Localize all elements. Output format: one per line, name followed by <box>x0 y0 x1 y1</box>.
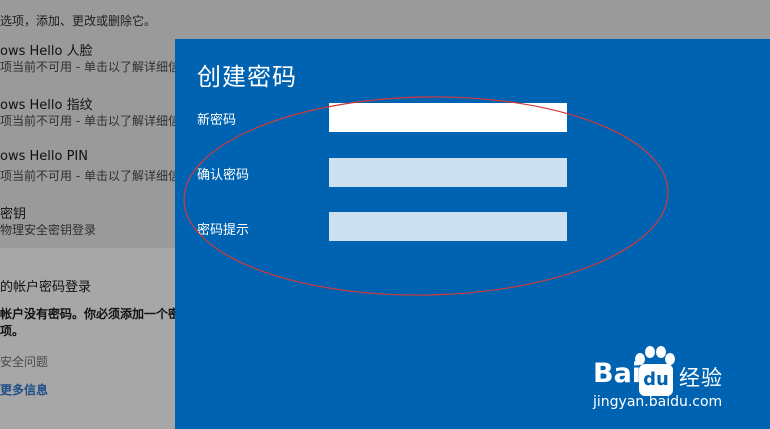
option-subtitle: 物理安全密钥登录 <box>0 223 97 237</box>
watermark-url: jingyan.baidu.com <box>593 394 723 410</box>
option-subtitle: 项当前不可用 - 单击以了解详细信 <box>0 114 180 128</box>
baidu-jingyan-watermark: Bai 经验 jingyan.baidu.com du <box>575 342 765 414</box>
confirm-password-input[interactable] <box>329 158 567 187</box>
password-section-title: 的帐户密码登录 <box>0 280 92 295</box>
password-hint-input[interactable] <box>329 212 567 241</box>
new-password-input[interactable] <box>329 103 567 132</box>
watermark-du-badge: du <box>639 364 673 396</box>
confirm-password-label: 确认密码 <box>197 168 250 183</box>
option-subtitle: 项当前不可用 - 单击以了解详细信 <box>0 60 180 74</box>
option-title: 密钥 <box>0 207 27 222</box>
new-password-label: 新密码 <box>197 113 237 128</box>
watermark-logo-cn: 经验 <box>679 366 723 390</box>
option-subtitle: 项当前不可用 - 单击以了解详细信 <box>0 169 180 183</box>
dialog-title: 创建密码 <box>197 63 297 91</box>
more-info-link[interactable]: 更多信息 <box>0 381 48 398</box>
password-note-line1: 帐户没有密码。你必须添加一个密 <box>0 307 181 321</box>
option-title: ows Hello 人脸 <box>0 44 93 59</box>
security-questions-link[interactable]: 安全问题 <box>0 353 48 370</box>
option-title: ows Hello PIN <box>0 149 88 164</box>
password-hint-label: 密码提示 <box>197 223 250 238</box>
option-title: ows Hello 指纹 <box>0 98 93 113</box>
password-note-line2: 项。 <box>0 324 25 338</box>
intro-text: 选项，添加、更改或删除它。 <box>0 14 157 28</box>
